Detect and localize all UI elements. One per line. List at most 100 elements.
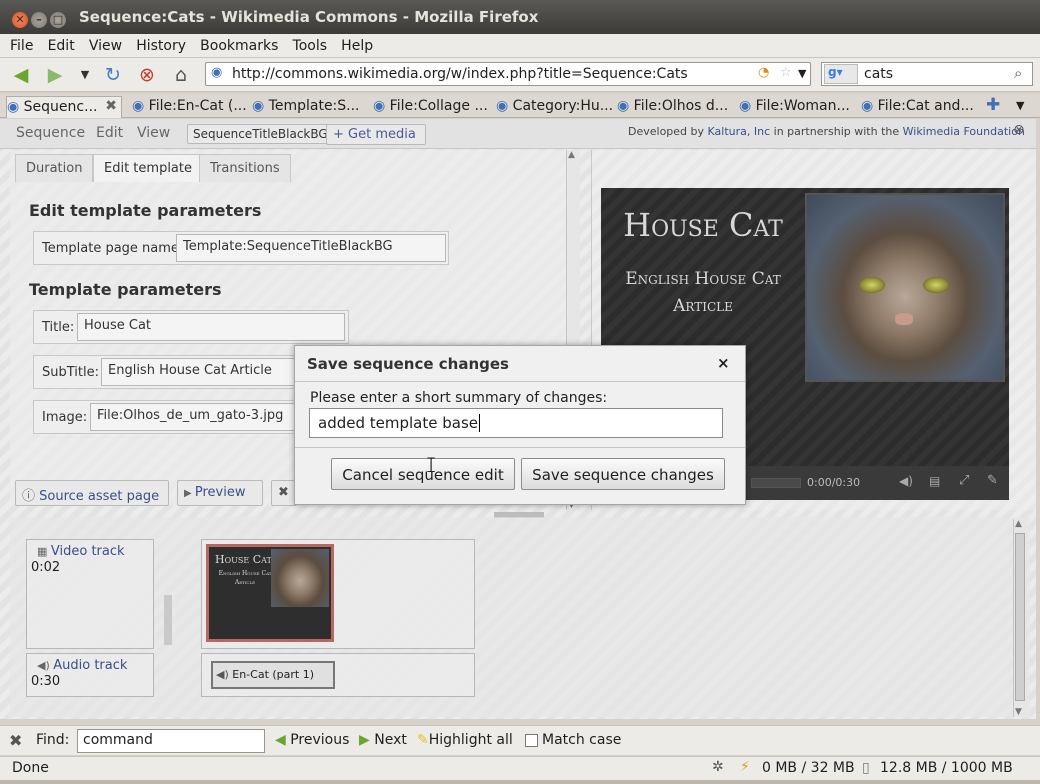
tab-template[interactable]: ◉ Template:S... [252,96,362,118]
url-dropdown-icon[interactable]: ▼ [798,67,806,80]
search-engine-icon[interactable]: g▾ [824,64,858,84]
dialog-close-icon[interactable]: × [717,354,730,372]
mouse-cursor-icon: ꕯ [426,453,437,477]
tab-file-woman[interactable]: ◉ File:Woman... [739,96,853,118]
window-titlebar: ✕ – □ Sequence:Cats - Wikimedia Commons - … [0,0,1040,34]
history-dropdown-icon[interactable]: ▼ [74,64,96,86]
tab-file-cat-and[interactable]: ◉ File:Cat and... [861,96,977,118]
timeline-scrollbar[interactable]: ▲ ▼ [1013,519,1027,717]
window-close-button[interactable]: ✕ [12,12,28,28]
settings-wrench-icon[interactable]: ✎ [987,473,998,488]
site-identity-icon[interactable]: ◉ [211,65,222,80]
preview-title: House Cat [623,206,783,244]
menu-sequence-view[interactable]: View [137,125,170,141]
tab-edit-template[interactable]: Edit template [93,154,203,182]
audio-track-label[interactable]: ◀) Audio track [37,658,127,673]
tab-category[interactable]: ◉ Category:Hu... [496,96,612,118]
new-tab-icon[interactable]: ✚ [986,95,1000,115]
tab-label: File:Woman... [755,98,850,114]
speaker-icon: ◀) [37,659,54,672]
reload-icon[interactable]: ↻ [102,64,124,86]
find-input[interactable]: command [77,729,265,753]
tab-favicon-icon: ◉ [739,98,756,114]
window-controls: ✕ – □ [12,9,69,28]
find-previous-button[interactable]: ◀ Previous [275,732,349,748]
menu-sequence-edit[interactable]: Edit [96,125,123,141]
menu-bookmarks[interactable]: Bookmarks [190,34,278,54]
memory-usage-2: 12.8 MB / 1000 MB [880,760,1013,776]
menu-edit[interactable]: Edit [38,34,75,54]
param-image-input[interactable]: File:Olhos_de_um_gato-3.jpg [90,403,296,431]
menu-history[interactable]: History [126,34,186,54]
highlight-all-label: Highlight all [428,732,513,748]
find-next-button[interactable]: ▶ Next [359,732,407,748]
menu-tools[interactable]: Tools [283,34,328,54]
next-arrow-icon: ▶ [359,732,370,748]
wikimedia-link[interactable]: Wikimedia Foundation [903,125,1025,138]
tab-bar: ◉ Sequenc... ✖ ◉ File:En-Cat (... ◉ Templ… [0,94,1040,118]
tab-list-icon[interactable]: ▼ [1016,99,1024,112]
match-case-checkbox[interactable] [525,734,538,747]
param-subtitle-row: SubTitle: English House Cat Article [33,355,304,389]
search-bar[interactable]: g▾ cats ⌕ [821,62,1033,86]
source-asset-button[interactable]: ⓘ Source asset page [15,480,169,506]
timeline-splitter[interactable] [164,595,172,645]
memory-usage-1: 0 MB / 32 MB [762,760,855,776]
tab-transitions[interactable]: Transitions [199,154,291,182]
stop-icon[interactable]: ⊗ [136,64,158,86]
search-icon[interactable]: ⌕ [1014,64,1022,82]
tab-label: File:Cat and... [877,98,974,114]
sequencer-header: Sequence Edit View SequenceTitleBlackBG … [0,119,1036,149]
menu-help[interactable]: Help [331,34,373,54]
menu-sequence[interactable]: Sequence [16,125,85,141]
cancel-sequence-edit-button[interactable]: Cancel sequence edit [331,458,515,490]
template-page-input[interactable]: Template:SequenceTitleBlackBG [176,234,446,262]
search-input[interactable]: cats [864,66,893,82]
save-sequence-changes-button[interactable]: Save sequence changes [521,458,725,490]
video-track-box: ▦ Video track 0:02 [26,539,154,649]
param-title-input[interactable]: House Cat [77,313,345,341]
menu-file[interactable]: File [0,34,33,54]
cat-eye-right [923,277,949,293]
window-minimize-button[interactable]: – [31,12,47,28]
volume-icon[interactable]: ◀) [899,474,913,488]
tab-file-olhos[interactable]: ◉ File:Olhos d... [617,96,733,118]
rss-feed-icon[interactable]: ◔ [758,65,769,80]
tab-file-en-cat[interactable]: ◉ File:En-Cat (... [132,96,246,118]
video-clip[interactable]: House Cat English House Cat Article [206,544,334,642]
home-icon[interactable]: ⌂ [170,64,192,86]
highlight-all-button[interactable]: ✎Highlight all [417,732,513,748]
close-find-icon[interactable]: ✖ [9,731,22,750]
menu-view[interactable]: View [79,34,122,54]
player-seek-bar[interactable] [751,478,801,488]
timeline [10,517,1030,717]
back-arrow-icon[interactable]: ◀ [10,64,32,86]
tab-favicon-icon: ◉ [373,98,390,114]
tab-file-collage[interactable]: ◉ File:Collage ... [373,96,489,118]
edit-template-heading: Edit template parameters [29,201,262,220]
captions-icon[interactable]: ▤ [929,474,940,488]
kaltura-link[interactable]: Kaltura, Inc [708,125,771,138]
param-title-label: Title: [42,320,75,335]
fullscreen-icon[interactable]: ⤢ [959,473,969,488]
save-dialog: Save sequence changes × Please enter a s… [294,345,746,505]
forward-arrow-icon[interactable]: ▶ [44,64,66,86]
tab-sequence-cats[interactable]: ◉ Sequenc... ✖ [6,96,122,118]
dialog-prompt: Please enter a short summary of changes: [310,390,608,406]
close-editor-icon[interactable]: ⊗ [1013,122,1025,138]
bookmark-star-icon[interactable]: ☆ [780,65,792,80]
tab-duration[interactable]: Duration [15,154,94,182]
summary-input[interactable]: added template base [309,408,723,438]
window-maximize-button[interactable]: □ [50,12,66,28]
match-case-label[interactable]: Match case [542,732,621,748]
tab-favicon-icon: ◉ [617,98,634,114]
get-media-button[interactable]: + Get media [326,124,426,145]
video-track-label[interactable]: ▦ Video track [37,544,125,559]
url-bar[interactable]: ◉ http://commons.wikimedia.org/w/index.p… [205,62,811,86]
preview-button[interactable]: ▶ Preview [177,480,263,506]
close-tab-icon[interactable]: ✖ [105,98,117,114]
param-title-row: Title: House Cat [33,310,349,344]
param-subtitle-input[interactable]: English House Cat Article [101,358,304,386]
audio-clip[interactable]: ◀) En-Cat (part 1) [211,661,335,689]
bug-icon[interactable]: ✲ [712,759,724,775]
